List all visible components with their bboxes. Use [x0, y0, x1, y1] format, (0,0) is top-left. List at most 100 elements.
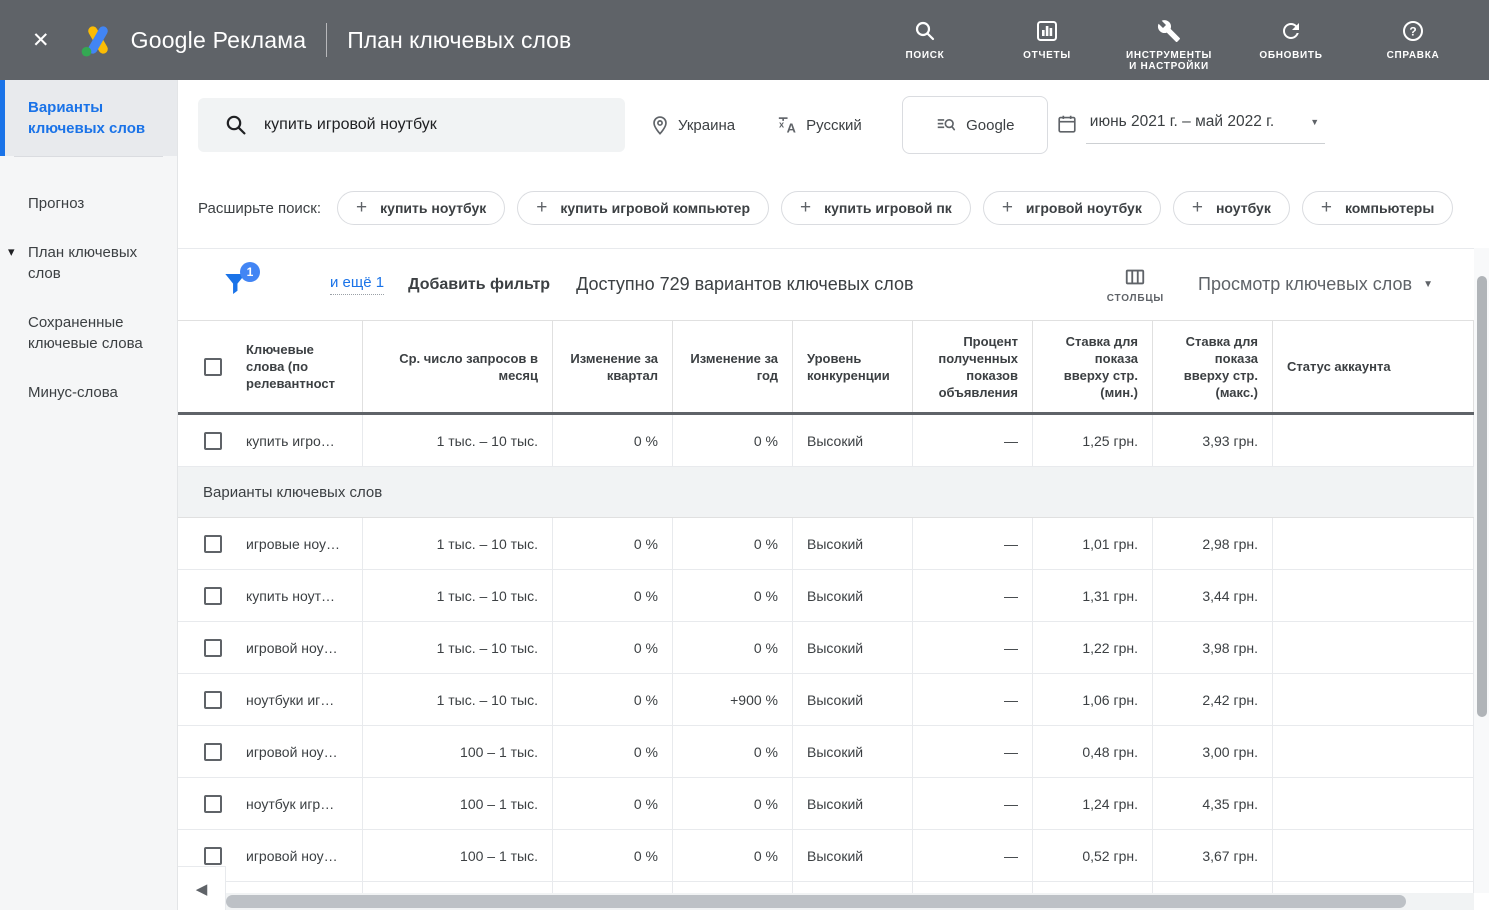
header-quarter-change[interactable]: Изменение за квартал [553, 321, 673, 412]
select-all-checkbox[interactable] [204, 358, 222, 376]
year-change-cell: 0 % [673, 726, 793, 777]
header-monthly-searches[interactable]: Ср. число запросов в месяц [363, 321, 553, 412]
bid-min-cell: 1,25 грн. [1033, 415, 1153, 466]
action-label: ИНСТРУМЕНТЫ И НАСТРОЙКИ [1123, 50, 1215, 72]
help-action-button[interactable]: ? СПРАВКА [1367, 19, 1459, 61]
keyword-search-input[interactable] [198, 98, 625, 152]
calendar-icon [1056, 113, 1078, 135]
row-checkbox[interactable] [204, 691, 222, 709]
impression-share-cell: — [913, 415, 1033, 466]
language-value: Русский [806, 117, 862, 134]
reports-action-button[interactable]: ОТЧЕТЫ [1001, 19, 1093, 61]
keyword-chip[interactable]: + купить ноутбук [337, 191, 505, 225]
sidebar-item-saved-keywords[interactable]: Сохраненные ключевые слова [0, 298, 177, 368]
header-competition[interactable]: Уровень конкуренции [793, 321, 913, 412]
keyword-chip[interactable]: + компьютеры [1302, 191, 1453, 225]
more-filters-link[interactable]: и ещё 1 [330, 274, 384, 295]
reports-icon [1035, 19, 1059, 43]
impression-share-cell: — [913, 570, 1033, 621]
status-cell [1273, 674, 1474, 725]
view-selector-dropdown[interactable]: Просмотр ключевых слов ▼ [1198, 274, 1433, 295]
table-row: игровой ноу… 100 – 1 тыс. 0 % 0 % Высоки… [178, 726, 1474, 778]
sidebar-item-keyword-ideas[interactable]: Варианты ключевых слов [0, 80, 177, 156]
page-title: План ключевых слов [347, 27, 571, 54]
bid-min-cell: 1,31 грн. [1033, 570, 1153, 621]
keyword-chip[interactable]: + купить игровой компьютер [517, 191, 769, 225]
expand-search-row: Расширьте поиск: + купить ноутбук + купи… [198, 190, 1489, 226]
chevron-down-icon: ▼ [1423, 279, 1433, 290]
volume-cell: 1 тыс. – 10 тыс. [363, 415, 553, 466]
search-action-button[interactable]: ПОИСК [879, 19, 971, 61]
horizontal-scrollbar-thumb[interactable] [226, 895, 1406, 908]
impression-share-cell: — [913, 778, 1033, 829]
row-checkbox[interactable] [204, 743, 222, 761]
competition-cell: Высокий [793, 415, 913, 466]
tools-action-button[interactable]: ИНСТРУМЕНТЫ И НАСТРОЙКИ [1123, 19, 1215, 72]
svg-text:?: ? [1409, 24, 1416, 38]
year-change-cell: 0 % [673, 622, 793, 673]
add-filter-button[interactable]: Добавить фильтр [402, 270, 556, 300]
location-selector[interactable]: Украина [649, 114, 735, 136]
keyword-cell: ноутбуки иг… [178, 674, 363, 725]
table-row: ноутбуки иг… 1 тыс. – 10 тыс. 0 % +900 %… [178, 674, 1474, 726]
language-selector[interactable]: x A Русский [777, 114, 862, 136]
keyword-chip[interactable]: + купить игровой пк [781, 191, 971, 225]
bid-max-cell: 4,35 грн. [1153, 778, 1273, 829]
keyword-chip[interactable]: + игровой ноутбук [983, 191, 1161, 225]
refresh-action-button[interactable]: ОБНОВИТЬ [1245, 19, 1337, 61]
row-checkbox[interactable] [204, 639, 222, 657]
status-cell [1273, 726, 1474, 777]
row-checkbox[interactable] [204, 587, 222, 605]
table-header: Ключевые слова (по релевантност Ср. числ… [178, 320, 1474, 415]
network-selector-button[interactable]: Google [902, 96, 1048, 154]
sidebar-item-negative-keywords[interactable]: Минус-слова [0, 368, 177, 417]
brand-title: Google Реклама [131, 27, 307, 54]
vertical-scrollbar-thumb[interactable] [1477, 276, 1487, 717]
table-row: ноутбук игр… 100 – 1 тыс. 0 % 0 % Высоки… [178, 778, 1474, 830]
competition-cell: Высокий [793, 726, 913, 777]
bid-max-cell: 3,93 грн. [1153, 415, 1273, 466]
chip-label: купить ноутбук [380, 200, 486, 216]
header-year-change[interactable]: Изменение за год [673, 321, 793, 412]
bid-min-cell: 0,48 грн. [1033, 726, 1153, 777]
search-network-icon [935, 114, 957, 136]
date-range-selector[interactable]: июнь 2021 г. – май 2022 г. ▼ [1056, 107, 1325, 144]
filter-funnel-button[interactable]: 1 [224, 272, 250, 298]
header-impression-share[interactable]: Процент полученных показов объявления [913, 321, 1033, 412]
header-keywords[interactable]: Ключевые слова (по релевантност [178, 321, 363, 412]
bid-max-cell: 2,98 грн. [1153, 518, 1273, 569]
table-row: игровые ноу… 1 тыс. – 10 тыс. 0 % 0 % Вы… [178, 518, 1474, 570]
vertical-scrollbar[interactable] [1474, 248, 1489, 893]
header-label: Ключевые слова (по релевантност [246, 341, 348, 392]
quarter-change-cell: 0 % [553, 674, 673, 725]
impression-share-cell: — [913, 674, 1033, 725]
header-bid-max[interactable]: Ставка для показа вверху стр. (макс.) [1153, 321, 1273, 412]
sidebar-item-keyword-plan[interactable]: ▾ План ключевых слов [0, 228, 177, 298]
row-checkbox[interactable] [204, 432, 222, 450]
collapse-panel-button[interactable]: ◀ [178, 866, 226, 910]
left-arrow-icon: ◀ [196, 881, 208, 898]
sidebar: Варианты ключевых слов Прогноз ▾ План кл… [0, 80, 178, 910]
close-button[interactable]: ✕ [28, 24, 54, 57]
horizontal-scrollbar[interactable] [226, 893, 1474, 910]
columns-label: СТОЛБЦЫ [1107, 293, 1164, 304]
header-account-status[interactable]: Статус аккаунта [1273, 321, 1474, 412]
sidebar-item-label: Варианты ключевых слов [28, 99, 145, 137]
row-checkbox[interactable] [204, 795, 222, 813]
keyword-chip[interactable]: + ноутбук [1173, 191, 1290, 225]
plus-icon: + [536, 197, 547, 219]
row-checkbox[interactable] [204, 535, 222, 553]
header-bid-min[interactable]: Ставка для показа вверху стр. (мин.) [1033, 321, 1153, 412]
main-content: Украина x A Русский Goo [178, 80, 1489, 910]
bid-max-cell: 3,44 грн. [1153, 570, 1273, 621]
keyword-text: игровой ноу… [246, 848, 338, 864]
bid-min-cell: 1,06 грн. [1033, 674, 1153, 725]
sidebar-item-forecast[interactable]: Прогноз [0, 179, 177, 228]
quarter-change-cell: 0 % [553, 622, 673, 673]
chevron-down-icon[interactable]: ▾ [8, 241, 15, 262]
keyword-text: игровой ноу… [246, 744, 338, 760]
row-checkbox[interactable] [204, 847, 222, 865]
year-change-cell: 0 % [673, 415, 793, 466]
keyword-cell: купить ноут… [178, 570, 363, 621]
columns-button[interactable]: СТОЛБЦЫ [1107, 266, 1164, 304]
